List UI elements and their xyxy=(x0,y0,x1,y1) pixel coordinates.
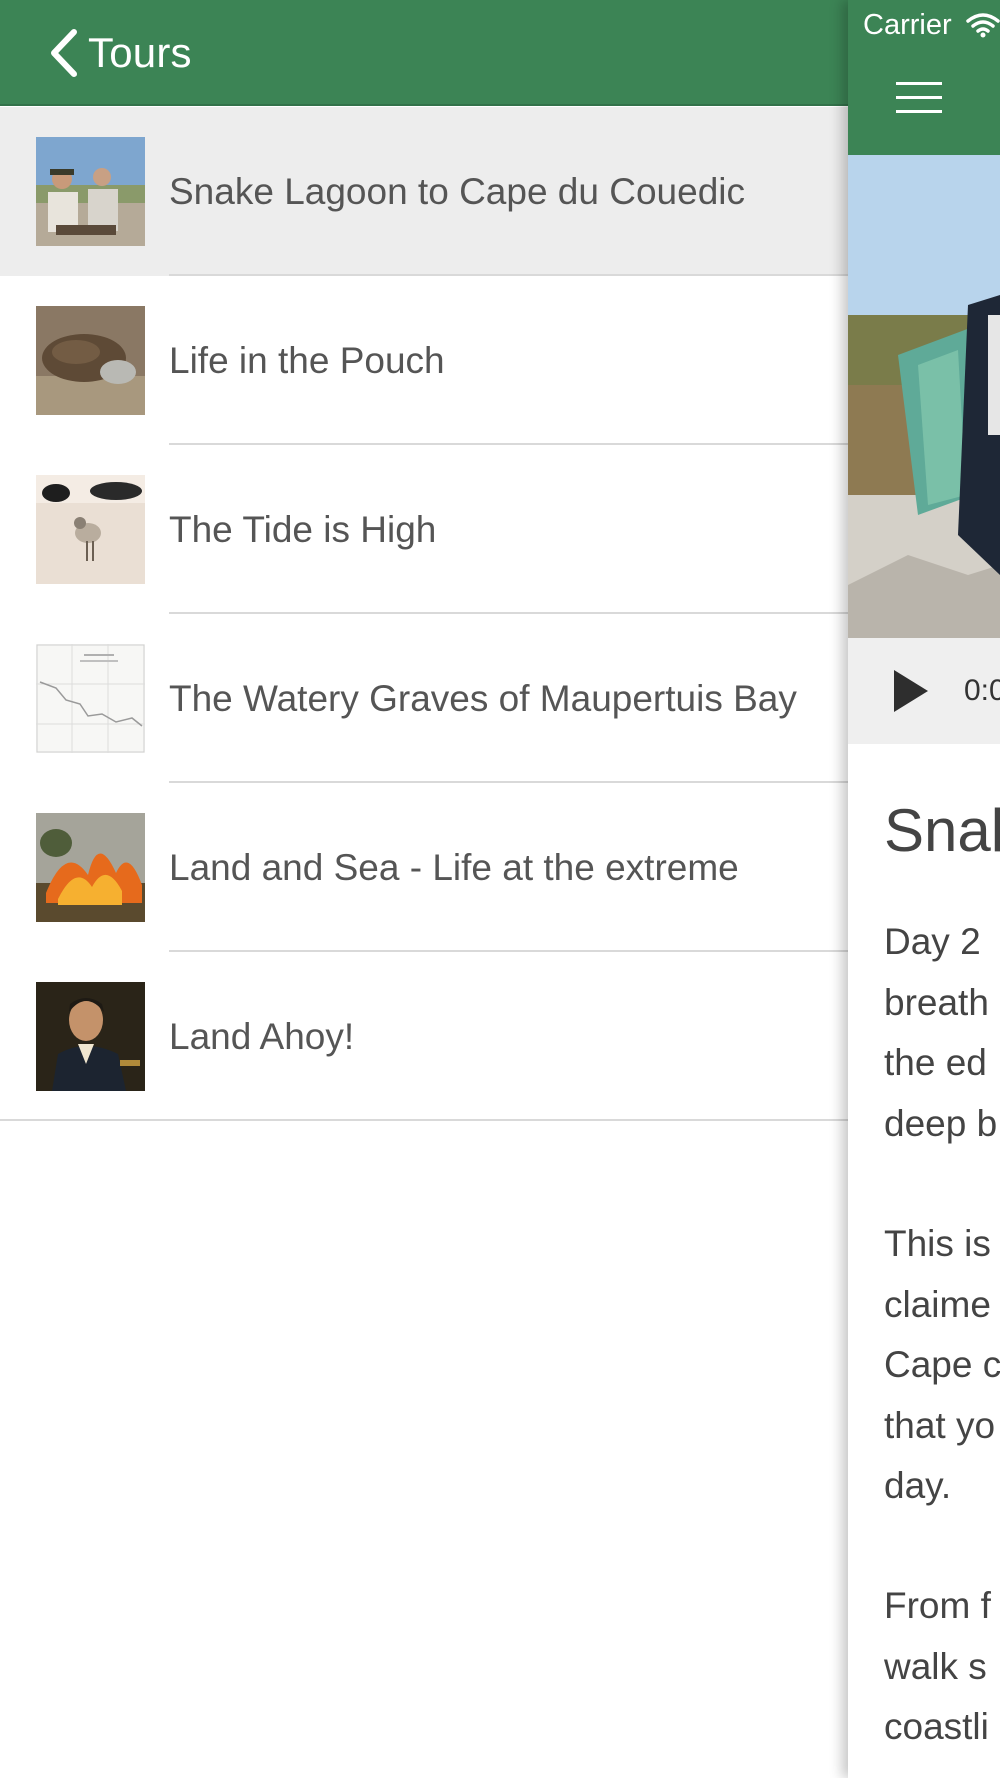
bushfire-photo xyxy=(36,813,145,922)
hikers-photo xyxy=(36,137,145,246)
tour-title: Land Ahoy! xyxy=(169,1016,355,1057)
tour-list: Snake Lagoon to Cape du Couedic Life in … xyxy=(0,107,848,1121)
tour-item[interactable]: The Watery Graves of Maupertuis Bay xyxy=(0,614,848,783)
wifi-icon xyxy=(966,13,1000,38)
tour-item[interactable]: The Tide is High xyxy=(0,445,848,614)
hamburger-menu-button[interactable] xyxy=(896,82,942,114)
old-map-photo xyxy=(36,644,145,753)
detail-nav-bar: Carrier xyxy=(848,0,1000,155)
menu-nav-bar: Tours xyxy=(0,0,848,106)
hamburger-line xyxy=(896,82,942,85)
tour-title: The Watery Graves of Maupertuis Bay xyxy=(169,678,797,719)
row-separator xyxy=(0,1119,848,1121)
tour-hero-photo xyxy=(848,155,1000,638)
detail-paragraph: From f walk s coastli xyxy=(884,1585,991,1747)
detail-title: Snak xyxy=(884,797,1000,864)
tour-item[interactable]: Land Ahoy! xyxy=(0,952,848,1121)
tour-title: Snake Lagoon to Cape du Couedic xyxy=(169,171,745,212)
portrait-painting-photo xyxy=(36,982,145,1091)
app-screen: Tours Snake Lagoon to Cape du Couedic Li… xyxy=(0,0,1000,1778)
hamburger-line xyxy=(896,96,942,99)
tour-detail-panel: Carrier 0:0 Sna Day 2 breath the ed deep… xyxy=(848,0,1000,1778)
carrier-label: Carrier xyxy=(863,9,952,41)
tour-item[interactable]: Life in the Pouch xyxy=(0,276,848,445)
playback-time: 0:0 xyxy=(964,674,1000,707)
platypus-photo xyxy=(36,306,145,415)
back-label: Tours xyxy=(88,29,192,76)
chevron-left-icon xyxy=(51,29,77,77)
audio-player: 0:0 xyxy=(848,638,1000,744)
tour-item[interactable]: Snake Lagoon to Cape du Couedic xyxy=(0,107,848,276)
tours-menu-panel: Tours Snake Lagoon to Cape du Couedic Li… xyxy=(0,0,848,1778)
tour-item[interactable]: Land and Sea - Life at the extreme xyxy=(0,783,848,952)
tour-title: Life in the Pouch xyxy=(169,340,445,381)
bird-on-sand-photo xyxy=(36,475,145,584)
tour-title: Land and Sea - Life at the extreme xyxy=(169,847,739,888)
detail-paragraph: This is claime Cape c that yo day. xyxy=(884,1223,1000,1506)
play-icon[interactable] xyxy=(890,667,932,715)
tour-title: The Tide is High xyxy=(169,509,437,550)
hamburger-line xyxy=(896,110,942,113)
back-button[interactable]: Tours xyxy=(48,28,192,78)
detail-paragraph: Day 2 breath the ed deep b xyxy=(884,921,998,1144)
